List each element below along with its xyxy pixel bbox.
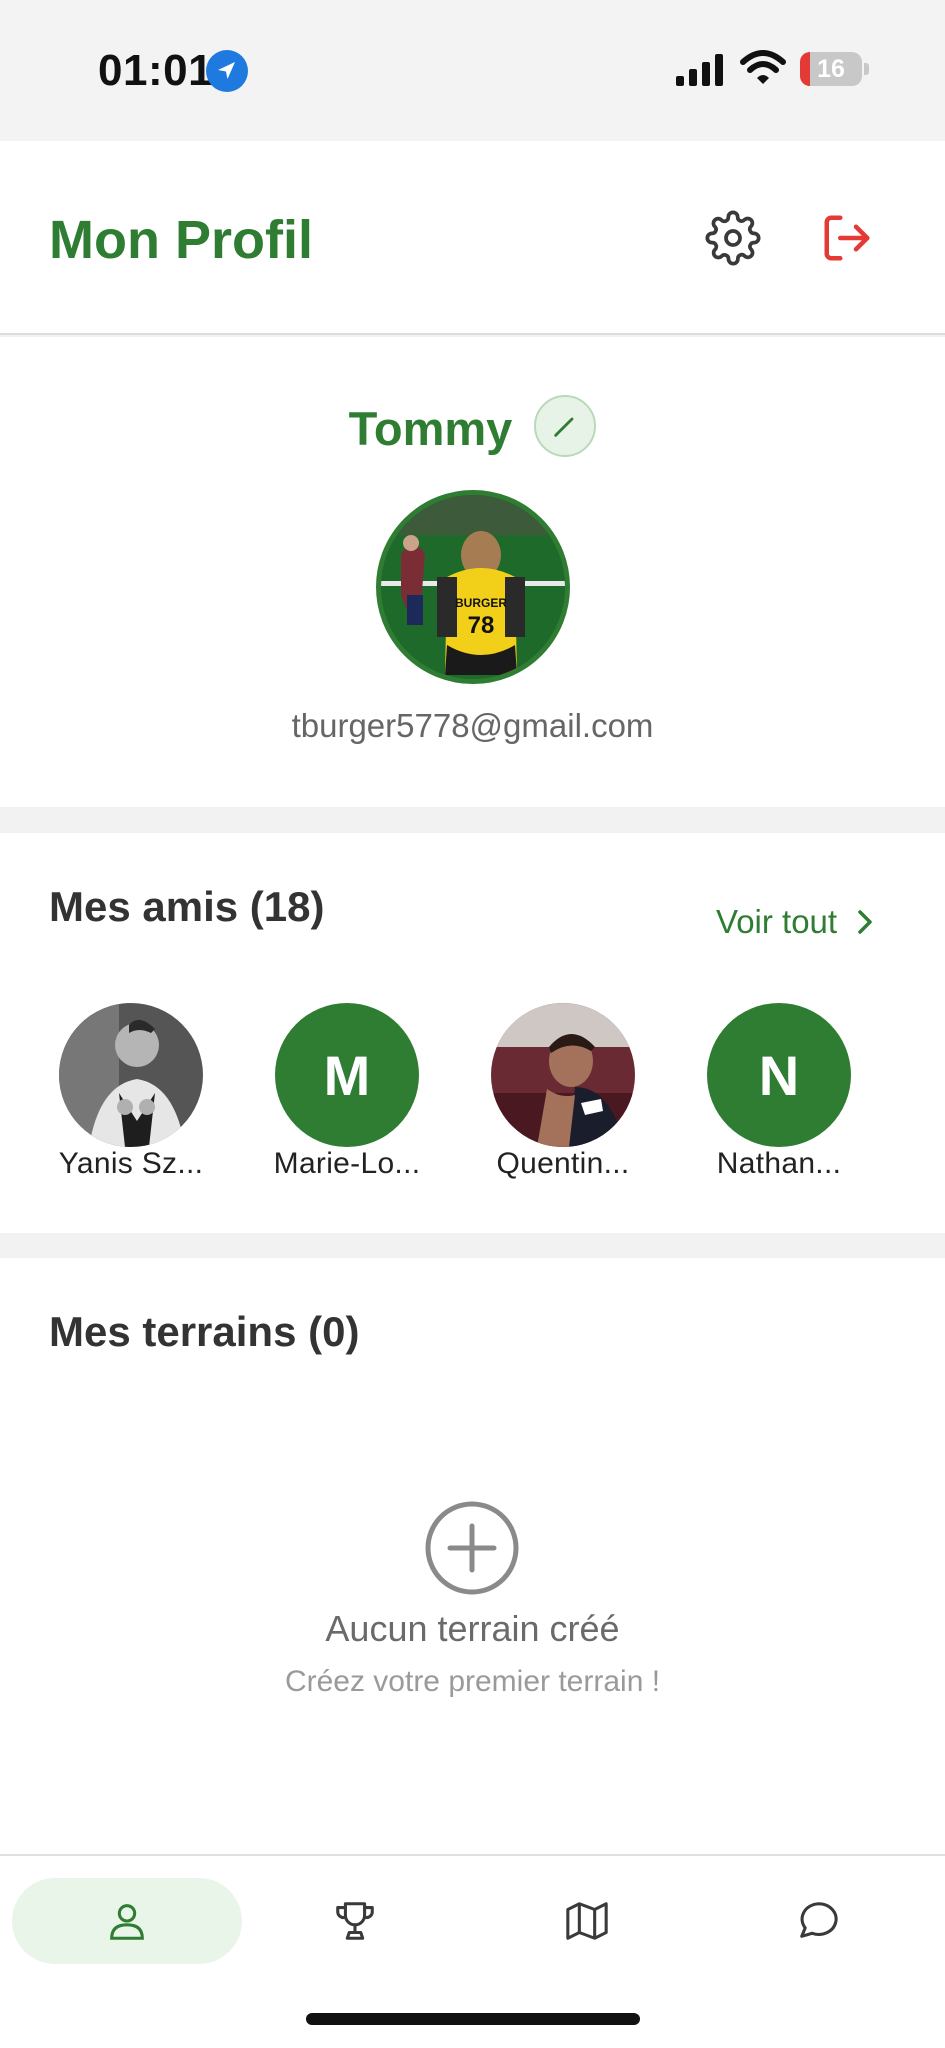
tab-map[interactable]: [522, 1878, 652, 1964]
chat-icon: [800, 1902, 838, 1938]
friends-title: Mes amis (18): [49, 883, 325, 930]
friend-name: Nathan...: [716, 1147, 842, 1180]
terrains-section: Mes terrains (0) Aucun terrain créé Crée…: [0, 1258, 945, 1854]
friend-avatar: [59, 1003, 203, 1147]
battery-level: 16: [817, 54, 845, 83]
friend-avatar: [491, 1003, 635, 1147]
profile-name: Tommy: [348, 401, 513, 455]
svg-text:78: 78: [468, 612, 495, 639]
page-title: Mon Profil: [49, 210, 313, 270]
location-arrow-icon: [206, 50, 248, 92]
home-indicator: [306, 2013, 640, 2025]
friend-name: Marie-Lo...: [273, 1147, 421, 1180]
tab-chat[interactable]: [754, 1878, 884, 1964]
profile-name-row: Tommy: [0, 392, 945, 464]
empty-state-title: Aucun terrain créé: [325, 1608, 620, 1649]
wifi-icon: [740, 50, 786, 84]
tab-trophies[interactable]: [290, 1878, 420, 1964]
trophy-icon: [336, 1902, 374, 1940]
friend-avatar: M: [275, 1003, 419, 1147]
status-bar: 01:01 16: [0, 0, 945, 141]
gear-icon: [705, 210, 761, 266]
svg-text:BURGER: BURGER: [455, 596, 507, 610]
chevron-right-icon: [858, 910, 872, 934]
terrains-title: Mes terrains (0): [49, 1308, 360, 1355]
friends-section: Mes amis (18) Voir tout Yanis Sz... M Ma…: [0, 833, 945, 1233]
profile-avatar[interactable]: BURGER 78: [376, 490, 570, 684]
battery-icon: 16: [800, 52, 862, 86]
pencil-icon: [554, 417, 574, 437]
status-time: 01:01: [98, 46, 214, 95]
tab-profile[interactable]: [12, 1878, 242, 1964]
battery-tip: [864, 63, 869, 75]
profile-screen: 01:01 16 Mon Profil Tommy BURGER 78 tbur…: [0, 0, 945, 2048]
friend-avatar: N: [707, 1003, 851, 1147]
see-all-label: Voir tout: [716, 903, 838, 940]
page-header: Mon Profil: [0, 141, 945, 335]
map-icon: [566, 1902, 608, 1940]
edit-name-button[interactable]: [534, 395, 597, 457]
cellular-signal-icon: [676, 54, 723, 86]
friend-item[interactable]: Quentin...: [478, 1003, 648, 1181]
user-icon: [110, 1904, 144, 1940]
friend-item[interactable]: M Marie-Lo...: [262, 1003, 432, 1181]
profile-card: Tommy BURGER 78 tburger5778@gmail.com: [0, 337, 945, 807]
plus-circle-icon: [425, 1501, 519, 1595]
logout-icon: [824, 215, 870, 261]
profile-email: tburger5778@gmail.com: [291, 707, 654, 744]
settings-button[interactable]: [702, 207, 764, 269]
see-all-friends-link[interactable]: Voir tout: [716, 903, 875, 941]
empty-state-subtitle: Créez votre premier terrain !: [284, 1665, 661, 1698]
friend-item[interactable]: Yanis Sz...: [46, 1003, 216, 1181]
friend-item[interactable]: N Nathan...: [694, 1003, 864, 1181]
friend-name: Yanis Sz...: [58, 1147, 204, 1180]
add-terrain-button[interactable]: [424, 1500, 520, 1596]
logout-button[interactable]: [816, 207, 878, 269]
friend-name: Quentin...: [496, 1147, 630, 1180]
